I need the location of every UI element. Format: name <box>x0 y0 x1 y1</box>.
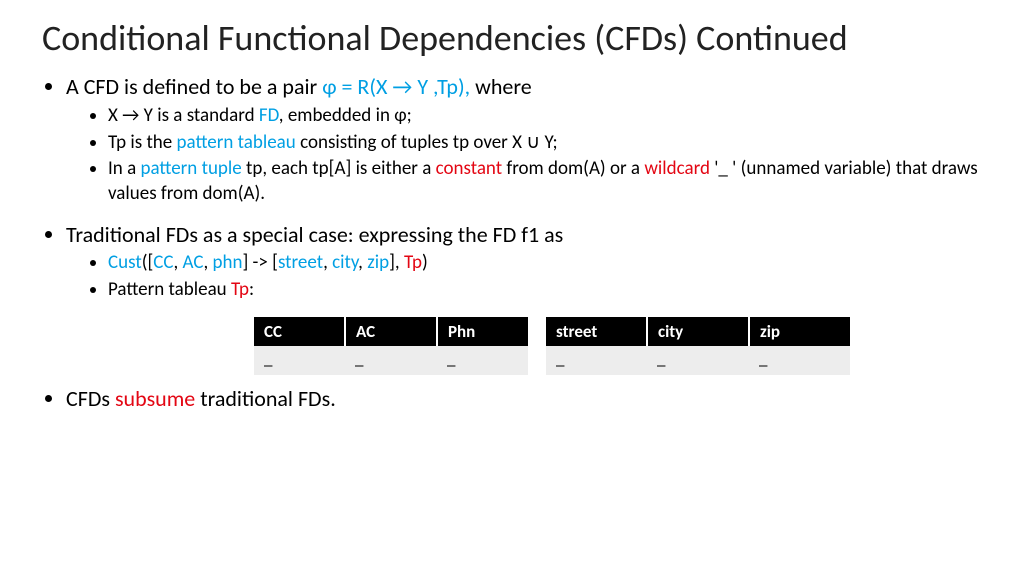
cell: _ <box>254 346 345 375</box>
slide: Conditional Functional Dependencies (CFD… <box>0 0 1024 413</box>
term-pattern-tuple: pattern tuple <box>140 157 241 180</box>
sub-cust-expression: Cust([CC, AC, phn] -> [street, city, zip… <box>108 251 982 276</box>
text: X → Y is a standard <box>108 104 259 127</box>
punct: ], <box>389 251 404 274</box>
sub-list: Cust([CC, AC, phn] -> [street, city, zip… <box>66 251 982 302</box>
slide-title: Conditional Functional Dependencies (CFD… <box>42 18 982 59</box>
attr-city: city <box>332 251 358 274</box>
term-tp: Tp <box>231 278 249 301</box>
text: traditional FDs. <box>195 385 336 412</box>
punct: ) <box>422 251 428 274</box>
attr-zip: zip <box>367 251 389 274</box>
term-subsume: subsume <box>115 385 195 412</box>
table-row: _ _ _ <box>254 346 528 375</box>
attr-street: street <box>278 251 323 274</box>
text: from dom(A) or a <box>502 157 644 180</box>
col-zip: zip <box>749 317 850 346</box>
text: CFDs <box>66 385 115 412</box>
table-rhs: street city zip _ _ _ <box>546 317 850 375</box>
term-pattern-tableau: pattern tableau <box>177 131 296 154</box>
term-fd: FD <box>259 104 279 127</box>
text: Traditional FDs as a special case: expre… <box>66 221 563 248</box>
text: A CFD is defined to be a pair <box>66 73 322 100</box>
text: consisting of tuples tp over X ∪ Y; <box>296 131 558 154</box>
col-phn: Phn <box>437 317 528 346</box>
bullet-subsume: CFDs subsume traditional FDs. <box>66 385 982 414</box>
sub-list: X → Y is a standard FD, embedded in φ; T… <box>66 104 982 207</box>
bullet-list: CFDs subsume traditional FDs. <box>42 385 982 414</box>
punct: ([ <box>142 251 154 274</box>
cell: _ <box>437 346 528 375</box>
table-row: _ _ _ <box>546 346 850 375</box>
col-ac: AC <box>345 317 437 346</box>
cell: _ <box>749 346 850 375</box>
attr-phn: phn <box>212 251 242 274</box>
attr-ac: AC <box>183 251 204 274</box>
bullet-list: A CFD is defined to be a pair φ = R(X → … <box>42 73 982 302</box>
text: : <box>249 278 254 301</box>
punct: , <box>358 251 367 274</box>
col-street: street <box>546 317 647 346</box>
term-tp: Tp <box>404 251 422 274</box>
punct: , <box>173 251 182 274</box>
table-header-row: street city zip <box>546 317 850 346</box>
cell: _ <box>546 346 647 375</box>
sub-pattern-tuple: In a pattern tuple tp, each tp[A] is eit… <box>108 157 982 206</box>
sub-pattern-tableau: Tp is the pattern tableau consisting of … <box>108 131 982 156</box>
text: In a <box>108 157 140 180</box>
tableau-tables: CC AC Phn _ _ _ street city zip _ _ _ <box>254 317 982 375</box>
attr-cc: CC <box>153 251 173 274</box>
bullet-cfd-definition: A CFD is defined to be a pair φ = R(X → … <box>66 73 982 206</box>
cell: _ <box>345 346 437 375</box>
text: , embedded in φ; <box>279 104 412 127</box>
term-cust: Cust <box>108 251 142 274</box>
text: Pattern tableau <box>108 278 231 301</box>
text: Tp is the <box>108 131 177 154</box>
table-lhs: CC AC Phn _ _ _ <box>254 317 528 375</box>
table-header-row: CC AC Phn <box>254 317 528 346</box>
text: where <box>470 73 532 100</box>
cell: _ <box>647 346 749 375</box>
term-wildcard: wildcard <box>644 157 710 180</box>
bullet-traditional-fds: Traditional FDs as a special case: expre… <box>66 221 982 303</box>
punct: , <box>323 251 332 274</box>
term-constant: constant <box>436 157 503 180</box>
punct: -> [ <box>248 251 278 274</box>
col-city: city <box>647 317 749 346</box>
col-cc: CC <box>254 317 345 346</box>
formula: φ = R(X → Y ,Tp), <box>322 73 470 100</box>
sub-fd: X → Y is a standard FD, embedded in φ; <box>108 104 982 129</box>
text: tp, each tp[A] is either a <box>242 157 436 180</box>
sub-pattern-tableau-label: Pattern tableau Tp: <box>108 278 982 303</box>
